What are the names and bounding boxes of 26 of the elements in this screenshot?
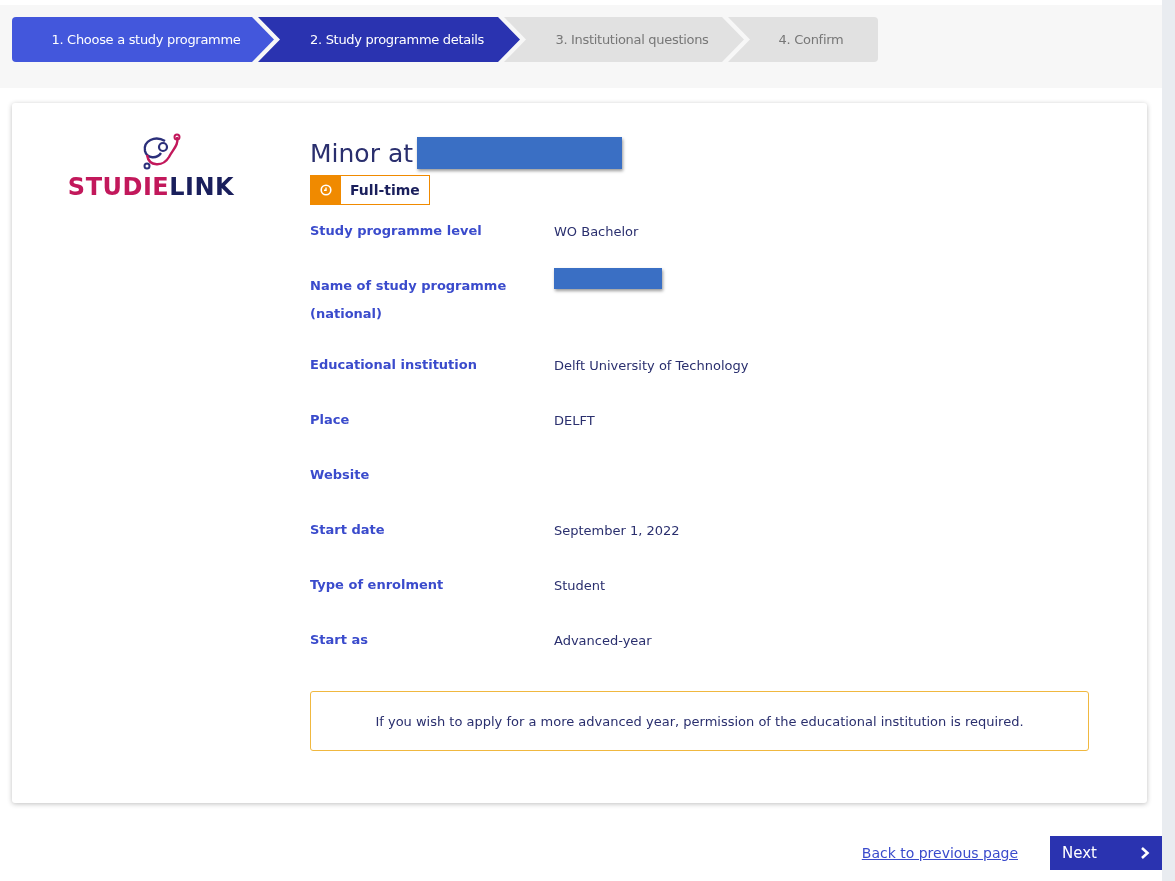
logo-wordmark: STUDIELINK [67,173,235,201]
study-mode-badge: Full-time [310,175,430,205]
field-value: Student [554,577,606,595]
field-label: Name of study programme (national) [310,277,508,323]
field-value: WO Bachelor [554,223,639,241]
clock-icon [320,184,332,196]
field-label: Type of enrolment [310,576,445,594]
field-value: September 1, 2022 [554,522,680,540]
step-tab[interactable]: 3. Institutional questions [504,17,744,62]
field-value: DELFT [554,412,595,430]
step-tab[interactable]: 4. Confirm [728,17,878,62]
field-label: Start as [310,631,369,649]
step-tab[interactable]: 1. Choose a study programme [12,17,274,62]
chevron-right-icon [1140,846,1150,860]
programme-title: Minor at [310,138,413,168]
notice-text: If you wish to apply for a more advanced year, permission of the educational institution is required. [375,713,1024,729]
field-label: Place [310,411,351,429]
next-button[interactable]: Next [1050,836,1162,870]
field-value: Delft University of Technology [554,357,749,375]
field-label: Study programme level [310,222,483,240]
field-label: Start date [310,521,386,539]
back-link[interactable]: Back to previous page [861,845,1018,861]
step-tab[interactable]: 2. Study programme details [258,17,520,62]
field-label: Website [310,466,371,484]
field-label: Educational institution [310,356,478,374]
field-value: Advanced-year [554,632,652,650]
